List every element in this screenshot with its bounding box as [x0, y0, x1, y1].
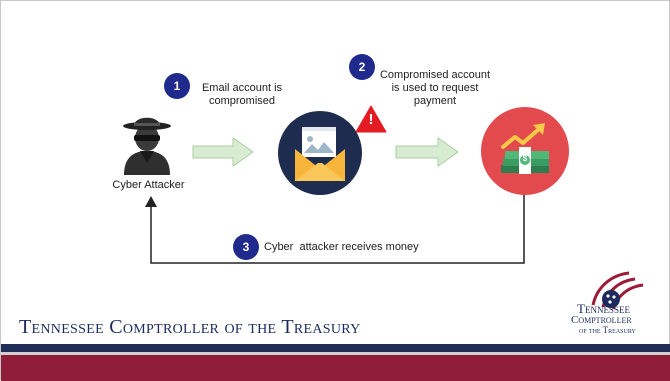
step-1-text: Email account is compromised: [187, 82, 297, 108]
step-2-text: Compromised account is used to request p…: [372, 69, 498, 108]
warning-symbol: !: [368, 111, 374, 128]
step-2-line-1: Compromised account: [379, 69, 491, 81]
flow-arrow-1: [192, 137, 254, 167]
footer-bar-red: [1, 355, 670, 381]
step-3-badge: 3: [233, 234, 259, 260]
footer-title: Tennessee Comptroller of the Treasury: [19, 316, 361, 338]
money-symbol: $: [522, 154, 528, 163]
footer-bar-navy: [1, 344, 670, 352]
email-icon: [278, 111, 362, 195]
step-1-line-2: compromised: [208, 95, 276, 107]
actor-label: Cyber Attacker: [112, 179, 185, 191]
money-growth-icon: [481, 107, 569, 195]
logo-line-3: of the Treasury: [579, 325, 636, 335]
slide: Cyber Attacker ! $ 1 Email account is co…: [0, 0, 670, 381]
step-1-line-1: Email account is: [201, 82, 283, 94]
step-2-line-3: payment: [413, 95, 457, 107]
flow-arrow-2: [395, 137, 459, 167]
hacker-icon: [123, 117, 171, 175]
step-3-text: Cyber attacker receives money: [264, 241, 419, 253]
step-2-line-2: is used to request: [391, 82, 479, 94]
